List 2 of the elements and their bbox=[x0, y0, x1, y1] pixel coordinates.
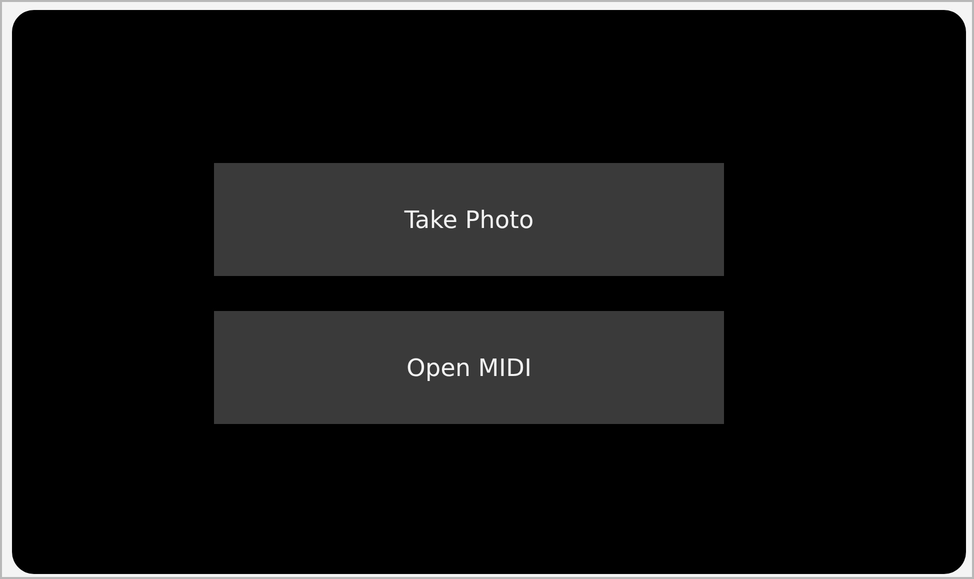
action-button[interactable]: Open MIDI bbox=[214, 311, 724, 424]
action-button[interactable]: Take Photo bbox=[214, 163, 724, 276]
